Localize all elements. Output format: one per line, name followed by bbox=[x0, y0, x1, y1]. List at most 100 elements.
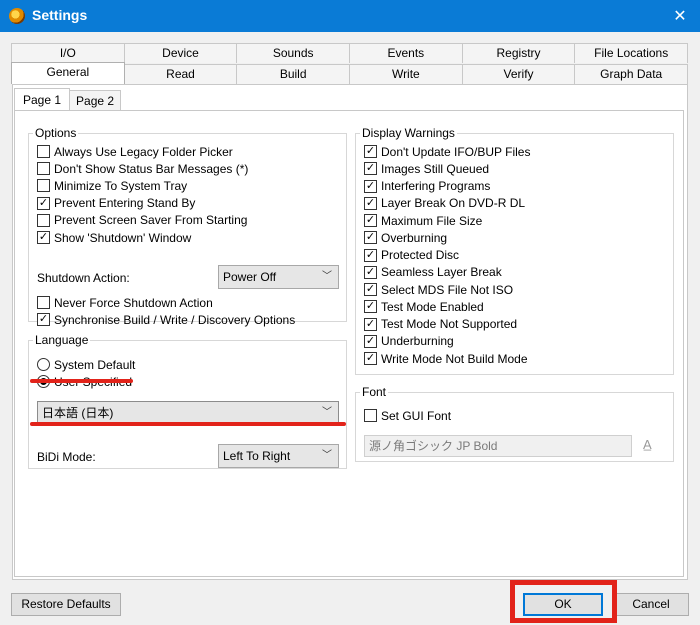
tab-i-o[interactable]: I/O bbox=[11, 43, 125, 63]
tab-file-locations[interactable]: File Locations bbox=[574, 43, 689, 63]
checkmark-icon: ✓ bbox=[364, 265, 377, 279]
checkbox-label: Prevent Screen Saver From Starting bbox=[54, 213, 248, 228]
language-legend: Language bbox=[35, 333, 89, 347]
radio-button bbox=[37, 358, 50, 371]
close-button[interactable]: ✕ bbox=[660, 0, 700, 32]
highlight-underline-user-specified bbox=[30, 379, 133, 383]
subtab-page1[interactable]: Page 1 bbox=[14, 88, 71, 111]
checkbox-prevent-screen-saver-from-starting[interactable]: Prevent Screen Saver From Starting bbox=[37, 213, 247, 228]
checkbox-interfering-programs[interactable]: ✓ Interfering Programs bbox=[364, 179, 490, 194]
app-icon bbox=[9, 8, 25, 24]
checkbox-label: Maximum File Size bbox=[381, 213, 483, 228]
tab-general[interactable]: General bbox=[11, 62, 125, 84]
shutdown-action-select[interactable]: Power Off ﹀ bbox=[218, 265, 339, 289]
radio-system-default[interactable]: System Default bbox=[37, 357, 135, 372]
checkbox-label: Test Mode Not Supported bbox=[381, 317, 518, 331]
checkbox-test-mode-enabled[interactable]: ✓ Test Mode Enabled bbox=[364, 299, 484, 314]
checkbox-label: Always Use Legacy Folder Picker bbox=[54, 144, 233, 159]
checkbox-select-mds-file-not-iso[interactable]: ✓ Select MDS File Not ISO bbox=[364, 282, 513, 297]
display-warnings-group: Display Warnings ✓ Don't Update IFO/BUP F… bbox=[355, 126, 674, 375]
options-legend: Options bbox=[35, 126, 77, 140]
checkbox-test-mode-not-supported[interactable]: ✓ Test Mode Not Supported bbox=[364, 317, 517, 332]
checkmark-icon: ✓ bbox=[364, 179, 377, 193]
checkbox-images-still-queued[interactable]: ✓ Images Still Queued bbox=[364, 161, 489, 176]
checkbox-synchronise-build-write-discovery-options[interactable]: ✓ Synchronise Build / Write / Discovery O… bbox=[37, 312, 295, 327]
checkbox-show-shutdown-window[interactable]: ✓ Show 'Shutdown' Window bbox=[37, 230, 191, 245]
checkbox-layer-break-on-dvd-r-dl[interactable]: ✓ Layer Break On DVD-R DL bbox=[364, 196, 525, 211]
checkmark-icon: ✓ bbox=[364, 214, 377, 227]
checkmark-icon: ✓ bbox=[364, 352, 377, 365]
checkmark-icon: ✓ bbox=[364, 145, 377, 158]
checkbox-minimize-to-system-tray[interactable]: Minimize To System Tray bbox=[37, 178, 187, 193]
shutdown-action-label: Shutdown Action: bbox=[37, 271, 130, 285]
checkbox-label: Seamless Layer Break bbox=[381, 265, 502, 280]
tab-events[interactable]: Events bbox=[349, 43, 463, 63]
checkbox-label: Don't Show Status Bar Messages (*) bbox=[54, 161, 249, 176]
tab-registry[interactable]: Registry bbox=[461, 43, 576, 63]
checkbox-label: Layer Break On DVD-R DL bbox=[381, 196, 526, 211]
checkbox-label: Prevent Entering Stand By bbox=[54, 196, 196, 211]
checkmark-icon: ✓ bbox=[37, 196, 50, 210]
font-legend: Font bbox=[362, 385, 387, 399]
font-group: Font Set GUI Font 源ノ角ゴシック JP Bold A̲ bbox=[355, 385, 674, 462]
language-value: 日本語 (日本) bbox=[42, 406, 114, 420]
checkmark-icon: ✓ bbox=[37, 231, 50, 244]
checkbox-write-mode-not-build-mode[interactable]: ✓ Write Mode Not Build Mode bbox=[364, 351, 528, 366]
checkbox-label: Underburning bbox=[381, 334, 454, 349]
chevron-down-icon: ﹀ bbox=[322, 407, 332, 418]
bidi-mode-value: Left To Right bbox=[223, 449, 291, 463]
checkbox-protected-disc[interactable]: ✓ Protected Disc bbox=[364, 248, 459, 263]
checkbox-don-t-show-status-bar-messages[interactable]: Don't Show Status Bar Messages (*) bbox=[37, 161, 248, 176]
checkbox-underburning[interactable]: ✓ Underburning bbox=[364, 334, 454, 349]
highlight-underline-language-select bbox=[30, 422, 346, 426]
checkmark-icon: ✓ bbox=[37, 313, 50, 327]
tab-verify[interactable]: Verify bbox=[461, 64, 576, 84]
chevron-down-icon: ﹀ bbox=[322, 450, 332, 461]
checkmark-icon: ✓ bbox=[364, 334, 377, 348]
tab-graph-data[interactable]: Graph Data bbox=[574, 64, 689, 84]
checkbox-always-use-legacy-folder-picker[interactable]: Always Use Legacy Folder Picker bbox=[37, 144, 233, 159]
checkbox-label: Never Force Shutdown Action bbox=[54, 295, 213, 310]
restore-defaults-button[interactable]: Restore Defaults bbox=[11, 593, 121, 616]
tab-device[interactable]: Device bbox=[123, 43, 238, 63]
checkbox-label: Minimize To System Tray bbox=[54, 178, 188, 193]
checkbox bbox=[37, 179, 50, 193]
checkbox-never-force-shutdown-action[interactable]: Never Force Shutdown Action bbox=[37, 295, 213, 310]
checkbox bbox=[364, 409, 377, 422]
checkbox bbox=[37, 213, 50, 227]
checkbox-label: Show 'Shutdown' Window bbox=[54, 230, 192, 245]
checkbox-label: Select MDS File Not ISO bbox=[381, 282, 514, 297]
subtab-page2[interactable]: Page 2 bbox=[69, 90, 122, 111]
checkmark-icon: ✓ bbox=[364, 248, 377, 262]
radio-system-default-label: System Default bbox=[54, 357, 136, 372]
options-group: Options Always Use Legacy Folder Picker D… bbox=[28, 126, 347, 327]
checkbox-label: Don't Update IFO/BUP Files bbox=[381, 144, 531, 159]
cancel-button[interactable]: Cancel bbox=[613, 593, 689, 616]
tab-sounds[interactable]: Sounds bbox=[236, 43, 351, 63]
checkbox-overburning[interactable]: ✓ Overburning bbox=[364, 230, 447, 245]
page1-panel: Options Always Use Legacy Folder Picker D… bbox=[14, 110, 684, 577]
checkmark-icon: ✓ bbox=[364, 283, 377, 296]
checkbox-don-t-update-ifo-bup-files[interactable]: ✓ Don't Update IFO/BUP Files bbox=[364, 144, 530, 159]
checkbox bbox=[37, 296, 50, 309]
gui-font-field: 源ノ角ゴシック JP Bold bbox=[364, 435, 632, 457]
checkbox-label: Write Mode Not Build Mode bbox=[381, 351, 528, 366]
checkbox-seamless-layer-break[interactable]: ✓ Seamless Layer Break bbox=[364, 265, 502, 280]
bidi-mode-select[interactable]: Left To Right ﹀ bbox=[218, 444, 339, 468]
checkbox-prevent-entering-stand-by[interactable]: ✓ Prevent Entering Stand By bbox=[37, 196, 195, 211]
chevron-down-icon: ﹀ bbox=[322, 271, 332, 282]
highlight-box-ok-button bbox=[510, 580, 617, 623]
tab-write[interactable]: Write bbox=[349, 64, 463, 84]
window-title: Settings bbox=[32, 7, 88, 23]
checkbox-label: Images Still Queued bbox=[381, 161, 490, 176]
tab-build[interactable]: Build bbox=[236, 64, 351, 84]
tab-row-bottom: General Read Build Write Verify Graph Data bbox=[11, 62, 689, 84]
set-gui-font-checkbox[interactable]: Set GUI Font bbox=[364, 408, 451, 423]
checkbox-label: Interfering Programs bbox=[381, 179, 491, 193]
checkbox-maximum-file-size[interactable]: ✓ Maximum File Size bbox=[364, 213, 482, 228]
checkbox-label: Test Mode Enabled bbox=[381, 299, 484, 314]
checkmark-icon: ✓ bbox=[364, 317, 377, 331]
tab-read[interactable]: Read bbox=[123, 64, 238, 84]
font-picker-icon: A̲ bbox=[643, 437, 652, 452]
checkbox-label: Protected Disc bbox=[381, 248, 460, 262]
